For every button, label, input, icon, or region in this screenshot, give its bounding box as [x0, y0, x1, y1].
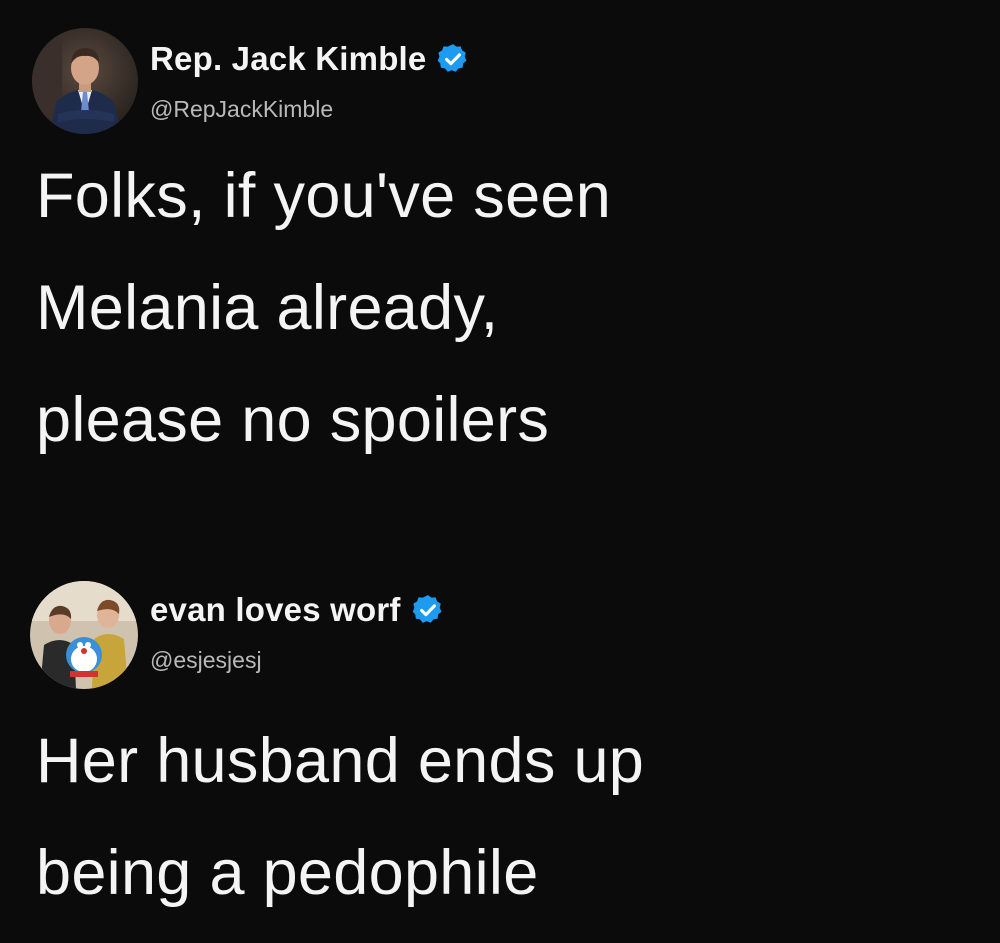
tweet-header: evan loves worf @esjesjesj	[0, 575, 1000, 705]
tweet-text: Her husband ends up being a pedophile	[36, 726, 645, 908]
user-handle[interactable]: @RepJackKimble	[150, 96, 333, 123]
display-name[interactable]: Rep. Jack Kimble	[150, 40, 426, 78]
tweet-header: Rep. Jack Kimble @RepJackKimble	[0, 0, 1000, 134]
display-name[interactable]: evan loves worf	[150, 591, 401, 629]
display-name-row: evan loves worf	[150, 591, 445, 629]
man-in-suit-avatar	[32, 28, 138, 134]
verified-badge-icon	[411, 593, 445, 627]
tweet: Rep. Jack Kimble @RepJackKimble Folks, i…	[0, 0, 1000, 455]
verified-badge-icon	[436, 42, 470, 76]
group-photo-avatar	[30, 581, 138, 689]
display-name-row: Rep. Jack Kimble	[150, 40, 470, 78]
tweet: evan loves worf @esjesjesj Her husband e…	[0, 575, 1000, 908]
user-handle[interactable]: @esjesjesj	[150, 647, 262, 674]
avatar[interactable]	[30, 581, 138, 689]
tweet-text: Folks, if you've seen Melania already, p…	[36, 161, 612, 455]
avatar[interactable]	[32, 28, 138, 134]
